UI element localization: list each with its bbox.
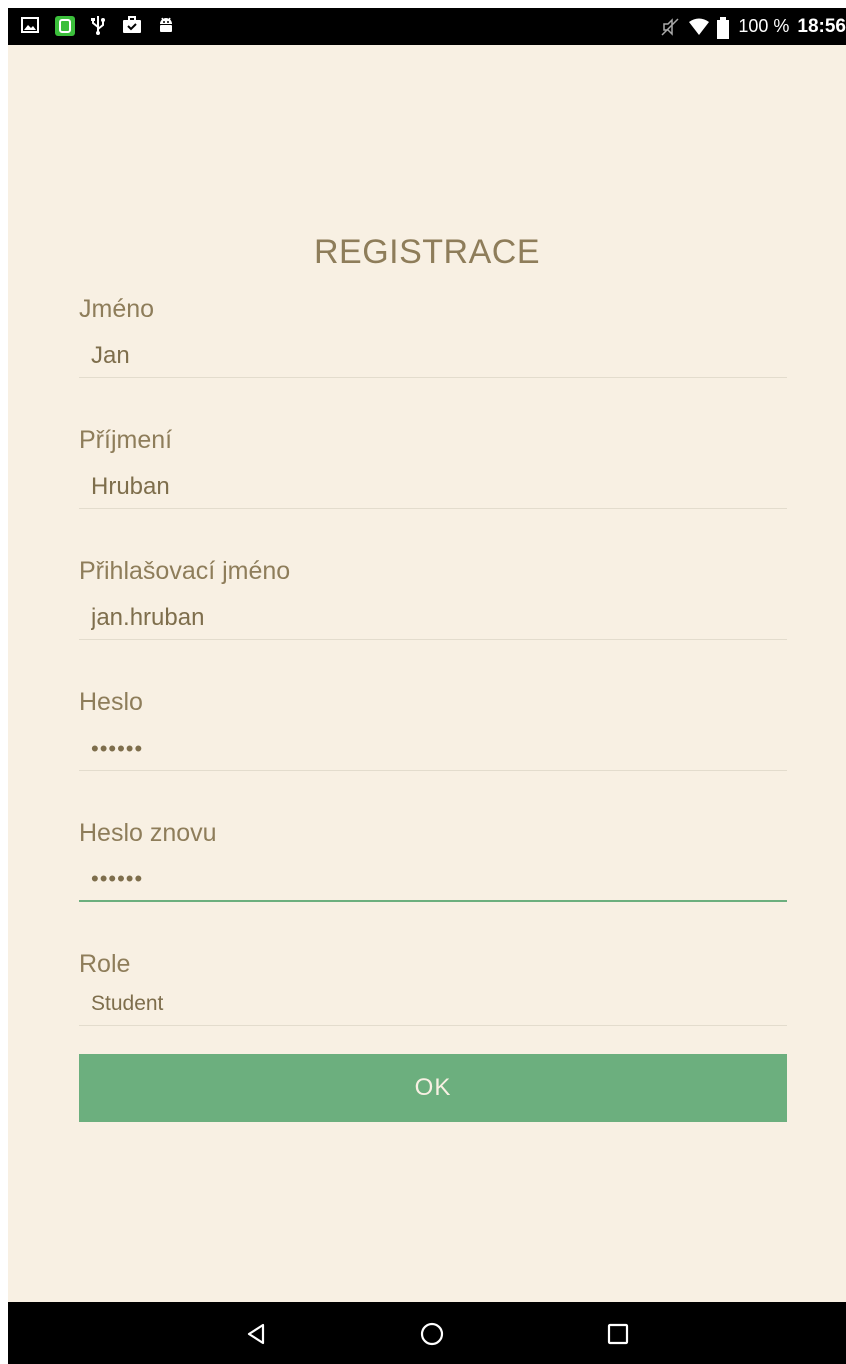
home-icon[interactable]: [412, 1314, 452, 1354]
password-confirm-label: Heslo znovu: [79, 819, 217, 847]
password-confirm-input[interactable]: [79, 858, 787, 902]
battery-percent: 100 %: [738, 16, 790, 36]
android-icon: [156, 15, 176, 35]
page-title: REGISTRACE: [313, 233, 541, 271]
status-bar-left-icons: [20, 15, 176, 36]
briefcase-check-icon: [122, 15, 142, 35]
back-icon[interactable]: [236, 1314, 276, 1354]
password-input[interactable]: [79, 727, 787, 771]
role-select-value: Student: [91, 992, 164, 1015]
ok-button[interactable]: OK: [79, 1054, 787, 1122]
last-name-label: Příjmení: [79, 426, 173, 454]
clock: 18:56: [797, 15, 846, 37]
navigation-bar: [8, 1302, 846, 1364]
battery-icon: [716, 16, 730, 39]
last-name-input[interactable]: [79, 465, 787, 509]
wifi-icon: [688, 17, 710, 37]
password-label: Heslo: [79, 688, 143, 716]
recents-icon[interactable]: [598, 1314, 638, 1354]
usb-icon: [88, 15, 108, 35]
mute-icon: [660, 17, 680, 37]
role-label: Role: [79, 950, 131, 978]
first-name-label: Jméno: [79, 295, 155, 323]
image-icon: [20, 15, 40, 35]
status-bar-right-icons: 100 % 18:56: [660, 8, 846, 45]
app-icon: [54, 15, 75, 36]
device-screen: 100 % 18:56 REGISTRACE Jméno Příjmení Př…: [8, 8, 846, 1364]
status-bar: 100 % 18:56: [8, 8, 846, 45]
role-select[interactable]: Student: [79, 986, 787, 1026]
first-name-input[interactable]: [79, 334, 787, 378]
username-input[interactable]: [79, 596, 787, 640]
username-label: Přihlašovací jméno: [79, 557, 291, 585]
